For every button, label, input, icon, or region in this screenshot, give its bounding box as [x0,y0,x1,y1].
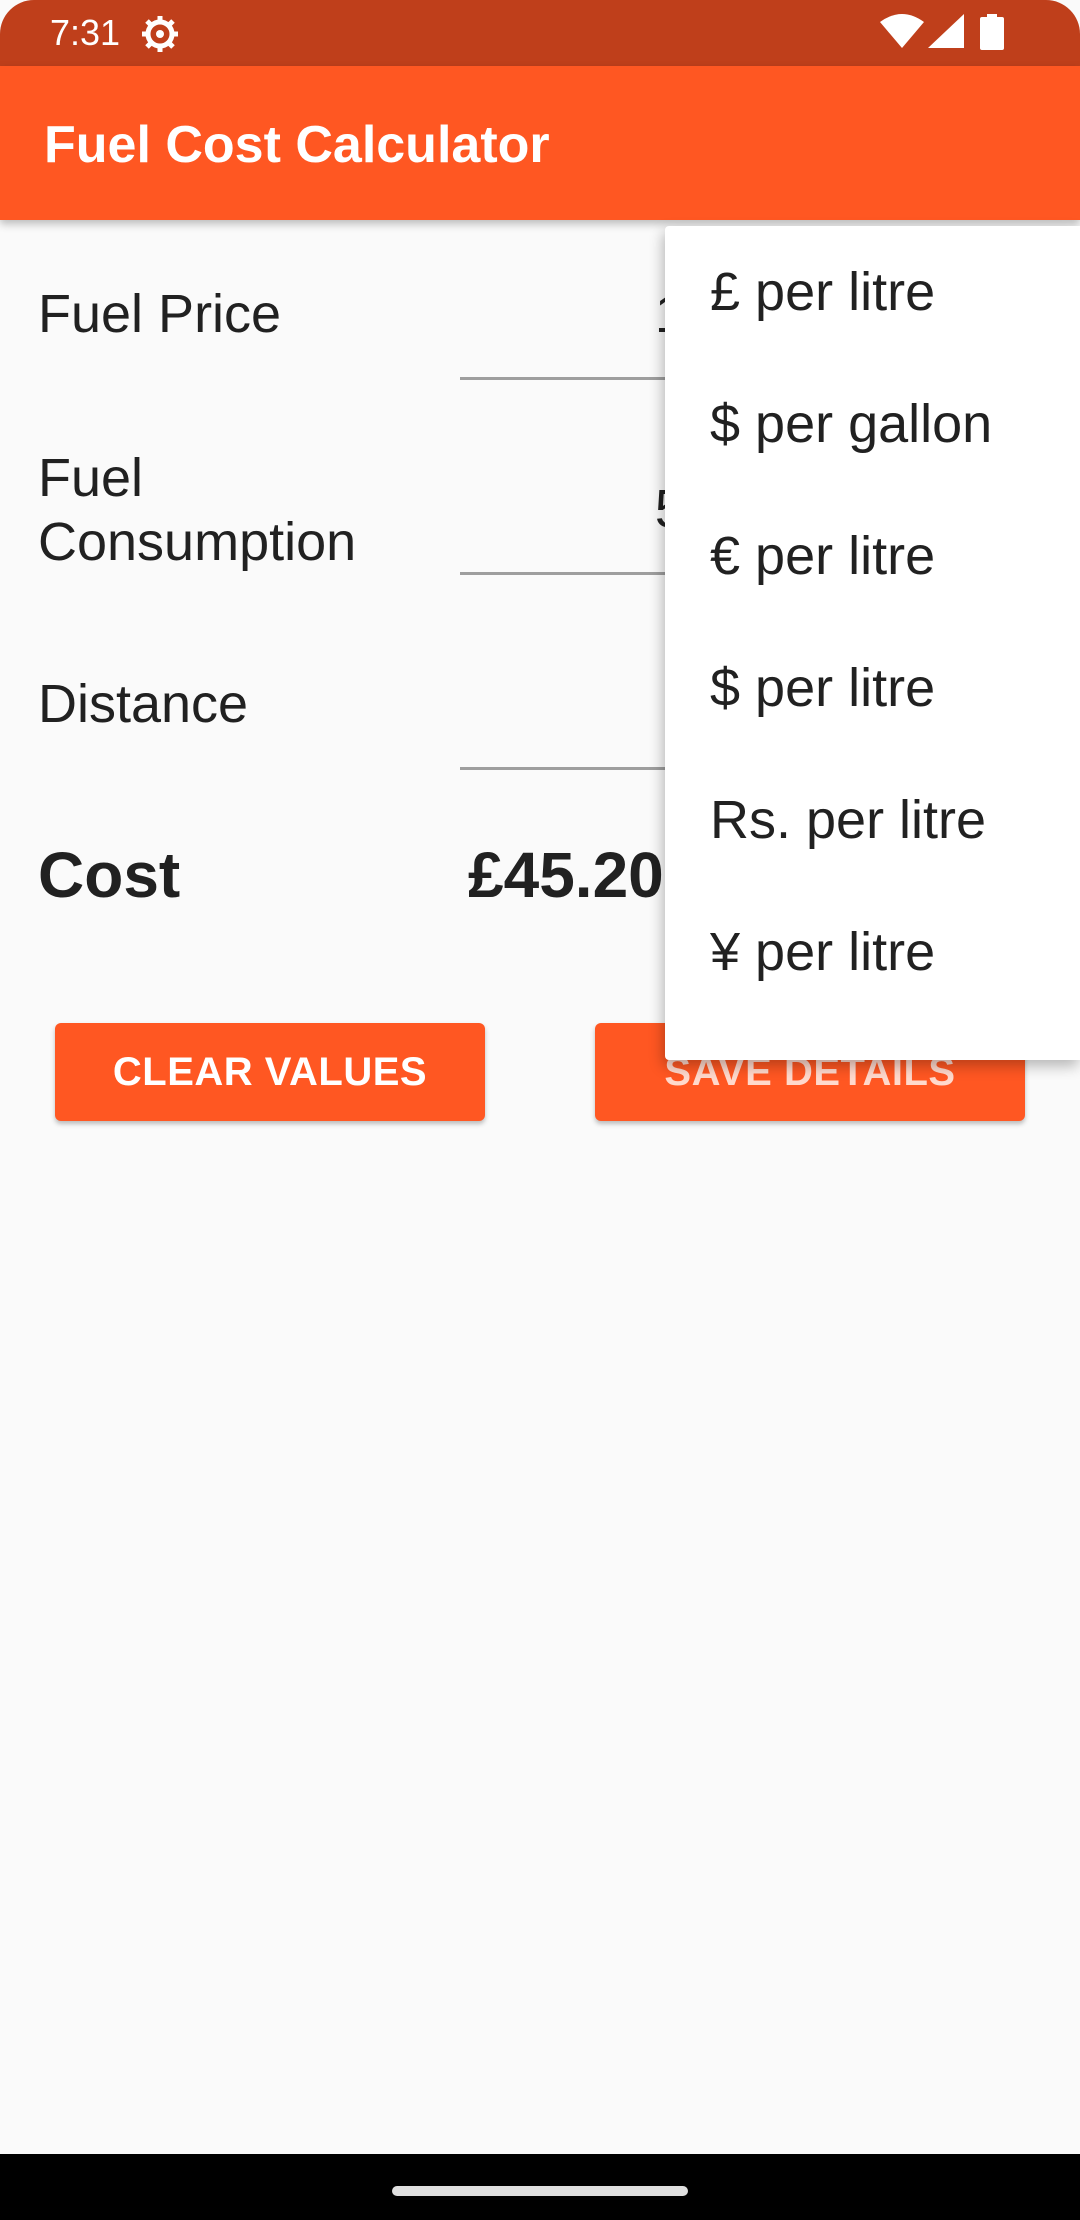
dropdown-item-rs-per-litre[interactable]: Rs. per litre [665,754,1080,886]
distance-label: Distance [38,674,249,734]
fuel-price-label: Fuel Price [38,284,282,344]
dropdown-item-yen-per-litre[interactable]: ¥ per litre [665,886,1080,1018]
cost-value: £45.20 [468,839,664,911]
settings-icon [140,14,180,54]
wifi-icon [880,14,924,50]
dropdown-item-gbp-per-litre[interactable]: £ per litre [665,226,1080,358]
status-time: 7:31 [50,12,121,53]
battery-icon [980,14,1004,50]
app-bar: Fuel Cost Calculator [0,66,1080,220]
fuel-consumption-label: Fuel Consumption [38,448,357,572]
cost-label: Cost [38,839,181,911]
unit-dropdown-menu: £ per litre $ per gallon € per litre $ p… [665,226,1080,1060]
status-bar: 7:31 [0,0,1080,66]
dropdown-item-usd-per-litre[interactable]: $ per litre [665,622,1080,754]
home-indicator[interactable] [392,2186,688,2196]
dropdown-item-usd-per-gallon[interactable]: $ per gallon [665,358,1080,490]
signal-icon [928,14,964,50]
dropdown-item-eur-per-litre[interactable]: € per litre [665,490,1080,622]
app-title: Fuel Cost Calculator [44,116,550,174]
clear-values-button[interactable]: CLEAR VALUES [55,1023,485,1121]
